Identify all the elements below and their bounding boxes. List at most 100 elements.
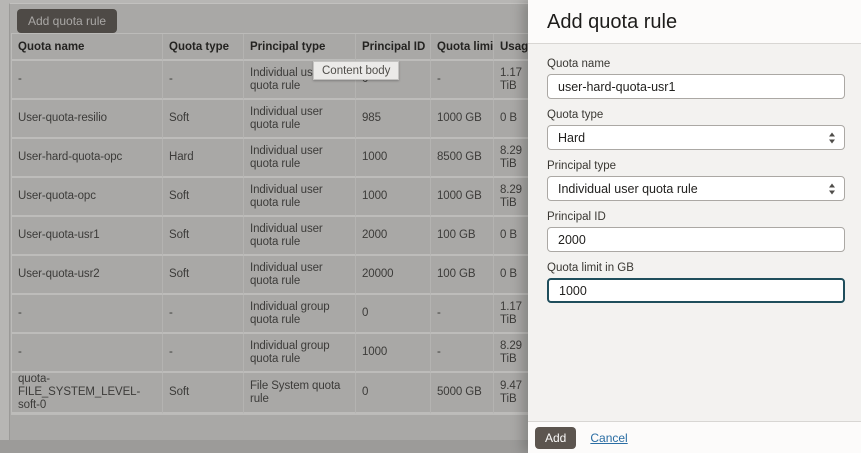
column-header: Quota type bbox=[163, 34, 244, 61]
table-cell: 8500 GB bbox=[431, 139, 494, 178]
screen: Add quota rule Quota name Quota type Princ… bbox=[0, 0, 861, 453]
table-cell: Hard bbox=[163, 139, 244, 178]
quota-type-label: Quota type bbox=[547, 109, 604, 121]
table-cell: 100 GB bbox=[431, 217, 494, 256]
table-cell: 1.17 TiB bbox=[494, 295, 528, 334]
table-cell: Individual user quota rule bbox=[244, 256, 356, 295]
table-row: - - Individual group quota rule 1000-8.29 T… bbox=[12, 334, 528, 373]
table-cell: 20000 bbox=[356, 256, 431, 295]
table-cell: - bbox=[163, 61, 244, 100]
table-body: --Individual user quota rule0-1.17 TiBUs… bbox=[12, 61, 528, 414]
table-cell: Individual group quota rule bbox=[244, 334, 356, 373]
add-quota-rule-panel: Add quota rule Quota name Quota type Har… bbox=[528, 0, 861, 453]
table-row: User-quota-resilio Soft Individual user qu… bbox=[12, 100, 528, 139]
quota-limit-label: Quota limit in GB bbox=[547, 262, 634, 274]
table-row: User-quota-usr1 Soft Individual user quota… bbox=[12, 217, 528, 256]
table-cell: File System quota rule bbox=[244, 373, 356, 414]
column-header: Quota limit bbox=[431, 34, 494, 61]
table-cell: - bbox=[12, 61, 163, 100]
principal-type-value: Individual user quota rule bbox=[558, 181, 698, 196]
cancel-link[interactable]: Cancel bbox=[590, 431, 627, 445]
table-cell: - bbox=[431, 61, 494, 100]
table-cell: - bbox=[163, 334, 244, 373]
panel-header: Add quota rule bbox=[528, 0, 861, 44]
table-cell: 1000 bbox=[356, 139, 431, 178]
table-cell: 0 bbox=[356, 295, 431, 334]
principal-id-input[interactable] bbox=[547, 227, 845, 252]
table-cell: Individual user quota rule bbox=[244, 139, 356, 178]
table-row: quota-FILE_SYSTEM_LEVEL-soft-0 Soft File S… bbox=[12, 373, 528, 414]
table-cell: 1000 GB bbox=[431, 178, 494, 217]
table-cell: - bbox=[12, 295, 163, 334]
table-cell: 2000 bbox=[356, 217, 431, 256]
table-row: - - Individual group quota rule 0-1.17 TiB bbox=[12, 295, 528, 334]
table-cell: Individual user quota rule bbox=[244, 100, 356, 139]
table-cell: Soft bbox=[163, 256, 244, 295]
table-cell: User-quota-resilio bbox=[12, 100, 163, 139]
table-cell: 0 B bbox=[494, 217, 528, 256]
table-cell: 5000 GB bbox=[431, 373, 494, 414]
table-cell: Soft bbox=[163, 100, 244, 139]
table-cell: Individual user quota rule bbox=[244, 217, 356, 256]
quota-limit-field: Quota limit in GB bbox=[547, 262, 845, 303]
column-header: Principal ID bbox=[356, 34, 431, 61]
quota-rules-page: Add quota rule Quota name Quota type Princ… bbox=[0, 0, 528, 453]
table-row: User-quota-opc Soft Individual user quota … bbox=[12, 178, 528, 217]
table-cell: 1000 bbox=[356, 334, 431, 373]
add-quota-rule-button[interactable]: Add quota rule bbox=[17, 9, 118, 33]
table-row: User-quota-usr2 Soft Individual user quota… bbox=[12, 256, 528, 295]
principal-type-label: Principal type bbox=[547, 160, 617, 172]
table-cell: 0 B bbox=[494, 100, 528, 139]
quota-type-field: Quota type Hard bbox=[547, 109, 845, 150]
table-cell: - bbox=[431, 334, 494, 373]
table-cell: Soft bbox=[163, 373, 244, 414]
table-cell: User-hard-quota-opc bbox=[12, 139, 163, 178]
column-header: Usage bbox=[494, 34, 528, 61]
quota-rules-table: Quota name Quota type Principal type Princi… bbox=[11, 33, 528, 415]
quota-name-label: Quota name bbox=[547, 58, 611, 70]
panel-title: Add quota rule bbox=[547, 11, 678, 33]
table-cell: 9.47 TiB bbox=[494, 373, 528, 414]
table-cell: - bbox=[431, 295, 494, 334]
chevron-updown-icon bbox=[829, 132, 835, 143]
table-cell: 100 GB bbox=[431, 256, 494, 295]
table-cell: 1000 bbox=[356, 178, 431, 217]
quota-type-value: Hard bbox=[558, 130, 586, 145]
page-bottom-strip bbox=[0, 440, 528, 453]
table-cell: 1000 GB bbox=[431, 100, 494, 139]
panel-body: Quota name Quota type Hard Principal typ… bbox=[528, 45, 861, 421]
table-cell: Soft bbox=[163, 178, 244, 217]
table-cell: - bbox=[163, 295, 244, 334]
principal-type-field: Principal type Individual user quota rul… bbox=[547, 160, 845, 201]
table-cell: Soft bbox=[163, 217, 244, 256]
quota-limit-input[interactable] bbox=[547, 278, 845, 303]
quota-name-field: Quota name bbox=[547, 58, 845, 99]
tooltip: Content body bbox=[313, 61, 400, 80]
chevron-updown-icon bbox=[829, 183, 835, 194]
table-cell: quota-FILE_SYSTEM_LEVEL-soft-0 bbox=[12, 373, 163, 414]
table-cell: User-quota-usr2 bbox=[12, 256, 163, 295]
table-cell: 8.29 TiB bbox=[494, 334, 528, 373]
table-cell: User-quota-opc bbox=[12, 178, 163, 217]
table-cell: User-quota-usr1 bbox=[12, 217, 163, 256]
table-cell: - bbox=[12, 334, 163, 373]
table-cell: 8.29 TiB bbox=[494, 139, 528, 178]
add-button[interactable]: Add bbox=[535, 426, 577, 449]
table-cell: 0 B bbox=[494, 256, 528, 295]
table-cell: 8.29 TiB bbox=[494, 178, 528, 217]
table-cell: 0 bbox=[356, 373, 431, 414]
panel-footer: Add Cancel bbox=[528, 421, 861, 453]
table-cell: 985 bbox=[356, 100, 431, 139]
principal-id-field: Principal ID bbox=[547, 211, 845, 252]
principal-type-select[interactable]: Individual user quota rule bbox=[547, 176, 845, 201]
column-header: Principal type bbox=[244, 34, 356, 61]
table-header-row: Quota name Quota type Principal type Princi… bbox=[12, 34, 528, 61]
quota-name-input[interactable] bbox=[547, 74, 845, 99]
table-row: User-hard-quota-opc Hard Individual user q… bbox=[12, 139, 528, 178]
quota-type-select[interactable]: Hard bbox=[547, 125, 845, 150]
table-cell: 1.17 TiB bbox=[494, 61, 528, 100]
table-cell: Individual group quota rule bbox=[244, 295, 356, 334]
principal-id-label: Principal ID bbox=[547, 211, 606, 223]
column-header: Quota name bbox=[12, 34, 163, 61]
table-row: --Individual user quota rule0-1.17 TiB bbox=[12, 61, 528, 100]
